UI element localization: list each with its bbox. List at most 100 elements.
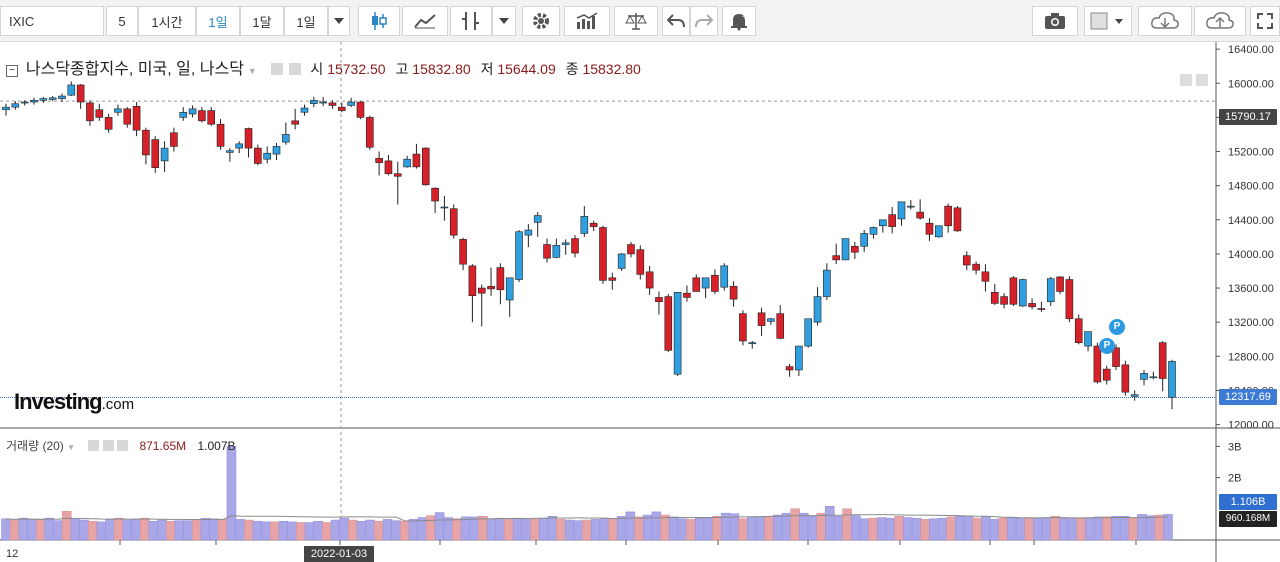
volume-bar (1093, 516, 1104, 541)
volume-ma-tag: 960.168M (1219, 511, 1277, 527)
line-type-button[interactable] (402, 6, 448, 36)
interval-1month[interactable]: 1달 (240, 6, 284, 36)
volume-bar (1085, 517, 1095, 541)
volume-bar (148, 521, 159, 541)
candle-body (338, 106, 346, 111)
cloud-download-button[interactable] (1138, 6, 1192, 36)
settings-button[interactable] (522, 6, 560, 36)
candle-body (1102, 368, 1111, 381)
volume-bar (1050, 516, 1061, 541)
volume-bar (538, 517, 549, 541)
candle-body (356, 101, 365, 118)
candle-body (1140, 373, 1148, 380)
candle-body (645, 271, 654, 289)
candle-body (944, 205, 952, 227)
volume-bar (729, 513, 740, 541)
candle-body (132, 105, 141, 131)
close-icon[interactable] (117, 440, 129, 451)
candle-body (1074, 318, 1083, 343)
fullscreen-button[interactable] (1250, 6, 1280, 36)
volume-bar (1102, 516, 1113, 541)
candle-body (505, 277, 514, 301)
cloud-upload-icon (1206, 12, 1234, 29)
candle-body (869, 227, 878, 235)
eye-icon[interactable] (270, 63, 283, 75)
redo-button[interactable] (690, 6, 718, 36)
candle-body (608, 277, 617, 281)
volume-bar (70, 519, 81, 541)
volume-bar (981, 516, 991, 541)
volume-bar (1128, 517, 1139, 541)
screenshot-button[interactable] (1032, 6, 1078, 36)
symbol-input[interactable]: IXIC (0, 6, 104, 36)
volume-bar (270, 521, 280, 541)
alert-button[interactable]: + (722, 6, 756, 36)
candle-body (580, 216, 589, 234)
interval-dropdown-icon[interactable] (328, 6, 350, 36)
compare-button[interactable] (614, 6, 658, 36)
indicator-dropdown[interactable] (492, 6, 516, 36)
indicator-button[interactable] (450, 6, 492, 36)
candlestick-type-button[interactable] (358, 6, 400, 36)
chart-area[interactable]: 16400.0016000.0015600.0015200.0014800.00… (0, 42, 1280, 562)
volume-bar (929, 518, 939, 541)
pane-arrow-up-icon[interactable] (1196, 74, 1208, 86)
volume-bar (582, 519, 592, 541)
price-tick-label: 13200.00 (1228, 317, 1274, 329)
volume-bar-button[interactable] (564, 6, 610, 36)
cloud-download-icon (1151, 12, 1179, 29)
candle-body (701, 277, 710, 289)
volume-bar (304, 522, 315, 541)
low-value: 15644.09 (497, 61, 556, 77)
volume-bar (382, 519, 393, 541)
candle-body (11, 103, 20, 108)
volume-bar (1067, 518, 1078, 541)
candle-body (412, 153, 421, 168)
legend-dropdown-icon[interactable]: ▼ (248, 66, 257, 76)
position-marker-icon[interactable]: P (1099, 338, 1115, 354)
candle-body (1130, 394, 1139, 397)
pane-arrow-down-icon[interactable] (1180, 74, 1192, 86)
volume-bar (833, 516, 844, 541)
candle-body (972, 263, 980, 271)
volume-bar (556, 519, 566, 541)
eye-icon[interactable] (88, 440, 100, 451)
undo-button[interactable] (662, 6, 690, 36)
time-axis-left-label: 12 (6, 548, 19, 560)
interval-dropdown-value[interactable]: 1일 (284, 6, 328, 36)
gear-icon[interactable] (102, 440, 114, 451)
volume-bar (694, 517, 705, 541)
gear-icon[interactable] (288, 63, 301, 75)
volume-bar (113, 517, 124, 541)
fullscreen-icon (1257, 13, 1273, 29)
interval-1hour[interactable]: 1시간 (138, 6, 196, 36)
crosshair-price-tag: 15790.17 (1219, 109, 1277, 125)
candle-body (739, 313, 747, 342)
color-picker-button[interactable] (1084, 6, 1132, 36)
candle-body (216, 123, 225, 147)
volume-bar (877, 517, 887, 541)
chevron-down-icon (499, 18, 509, 24)
candle-body (67, 84, 76, 96)
volume-bar (122, 519, 133, 541)
collapse-toggle-icon[interactable]: − (6, 65, 18, 77)
candle-body (962, 255, 971, 266)
volume-bar (668, 516, 679, 541)
cloud-upload-button[interactable] (1194, 6, 1246, 36)
volume-dropdown-icon[interactable]: ▼ (67, 443, 75, 452)
interval-5min[interactable]: 5 (106, 6, 138, 36)
volume-bar (460, 516, 471, 541)
candle-body (785, 366, 794, 371)
volume-bar (192, 519, 202, 541)
candle-body (524, 229, 533, 236)
volume-bar (859, 518, 870, 541)
volume-bar (842, 508, 852, 541)
volume-bar (452, 518, 462, 541)
volume-bar (1076, 517, 1087, 541)
position-marker-icon[interactable]: P (1109, 319, 1125, 335)
volume-bar (972, 517, 982, 541)
volume-bar (642, 514, 653, 541)
candle-body (1009, 277, 1018, 305)
interval-1day[interactable]: 1일 (196, 6, 240, 36)
candle-body (990, 292, 999, 304)
